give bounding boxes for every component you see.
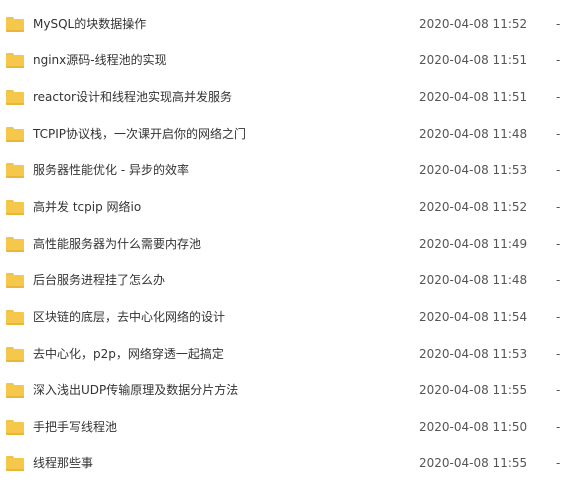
file-row[interactable]: 线程那些事 2020-04-08 11:55 - xyxy=(0,452,588,482)
folder-icon xyxy=(6,163,24,178)
file-name[interactable]: 区块链的底层，去中心化网络的设计 xyxy=(33,310,225,325)
file-size: - xyxy=(556,420,561,434)
file-name[interactable]: TCPIP协议栈，一次课开启你的网络之门 xyxy=(33,127,246,142)
file-date: 2020-04-08 11:51 xyxy=(419,90,528,104)
file-row[interactable]: 区块链的底层，去中心化网络的设计 2020-04-08 11:54 - xyxy=(0,306,588,336)
file-size: - xyxy=(556,90,561,104)
file-date: 2020-04-08 11:55 xyxy=(419,456,528,470)
folder-icon xyxy=(6,456,24,471)
file-row[interactable]: 服务器性能优化 - 异步的效率 2020-04-08 11:53 - xyxy=(0,159,588,189)
file-name[interactable]: 手把手写线程池 xyxy=(33,420,117,435)
file-row[interactable]: reactor设计和线程池实现高并发服务 2020-04-08 11:51 - xyxy=(0,86,588,116)
file-list: MySQL的块数据操作 2020-04-08 11:52 - nginx源码-线… xyxy=(0,0,588,479)
folder-icon xyxy=(6,310,24,325)
file-row[interactable]: nginx源码-线程池的实现 2020-04-08 11:51 - xyxy=(0,49,588,79)
file-size: - xyxy=(556,383,561,397)
file-name[interactable]: 线程那些事 xyxy=(33,456,93,471)
file-date: 2020-04-08 11:55 xyxy=(419,383,528,397)
folder-icon xyxy=(6,53,24,68)
file-row[interactable]: 高性能服务器为什么需要内存池 2020-04-08 11:49 - xyxy=(0,233,588,263)
folder-icon xyxy=(6,347,24,362)
file-name[interactable]: reactor设计和线程池实现高并发服务 xyxy=(33,90,232,105)
file-size: - xyxy=(556,53,561,67)
file-size: - xyxy=(556,347,561,361)
file-row[interactable]: 后台服务进程挂了怎么办 2020-04-08 11:48 - xyxy=(0,269,588,299)
file-row[interactable]: MySQL的块数据操作 2020-04-08 11:52 - xyxy=(0,13,588,43)
file-size: - xyxy=(556,127,561,141)
folder-icon xyxy=(6,383,24,398)
file-name[interactable]: MySQL的块数据操作 xyxy=(33,17,146,32)
file-row[interactable]: TCPIP协议栈，一次课开启你的网络之门 2020-04-08 11:48 - xyxy=(0,123,588,153)
file-size: - xyxy=(556,237,561,251)
file-size: - xyxy=(556,456,561,470)
file-size: - xyxy=(556,17,561,31)
file-row[interactable]: 高并发 tcpip 网络io 2020-04-08 11:52 - xyxy=(0,196,588,226)
file-name[interactable]: 深入浅出UDP传输原理及数据分片方法 xyxy=(33,383,238,398)
file-date: 2020-04-08 11:54 xyxy=(419,310,528,324)
file-name[interactable]: 高性能服务器为什么需要内存池 xyxy=(33,237,201,252)
folder-icon xyxy=(6,237,24,252)
file-name[interactable]: nginx源码-线程池的实现 xyxy=(33,53,167,68)
file-size: - xyxy=(556,200,561,214)
file-size: - xyxy=(556,163,561,177)
file-name[interactable]: 后台服务进程挂了怎么办 xyxy=(33,273,165,288)
folder-icon xyxy=(6,273,24,288)
file-row[interactable]: 深入浅出UDP传输原理及数据分片方法 2020-04-08 11:55 - xyxy=(0,379,588,409)
file-name[interactable]: 服务器性能优化 - 异步的效率 xyxy=(33,163,189,178)
folder-icon xyxy=(6,127,24,142)
file-date: 2020-04-08 11:52 xyxy=(419,200,528,214)
file-date: 2020-04-08 11:50 xyxy=(419,420,528,434)
folder-icon xyxy=(6,90,24,105)
file-row[interactable]: 去中心化，p2p，网络穿透一起搞定 2020-04-08 11:53 - xyxy=(0,343,588,373)
file-date: 2020-04-08 11:48 xyxy=(419,127,528,141)
folder-icon xyxy=(6,420,24,435)
folder-icon xyxy=(6,200,24,215)
file-name[interactable]: 高并发 tcpip 网络io xyxy=(33,200,141,215)
folder-icon xyxy=(6,17,24,32)
file-name[interactable]: 去中心化，p2p，网络穿透一起搞定 xyxy=(33,347,224,362)
file-row[interactable]: 手把手写线程池 2020-04-08 11:50 - xyxy=(0,416,588,446)
file-date: 2020-04-08 11:53 xyxy=(419,347,528,361)
file-size: - xyxy=(556,273,561,287)
file-date: 2020-04-08 11:48 xyxy=(419,273,528,287)
file-date: 2020-04-08 11:49 xyxy=(419,237,528,251)
file-size: - xyxy=(556,310,561,324)
file-date: 2020-04-08 11:53 xyxy=(419,163,528,177)
file-date: 2020-04-08 11:51 xyxy=(419,53,528,67)
file-date: 2020-04-08 11:52 xyxy=(419,17,528,31)
